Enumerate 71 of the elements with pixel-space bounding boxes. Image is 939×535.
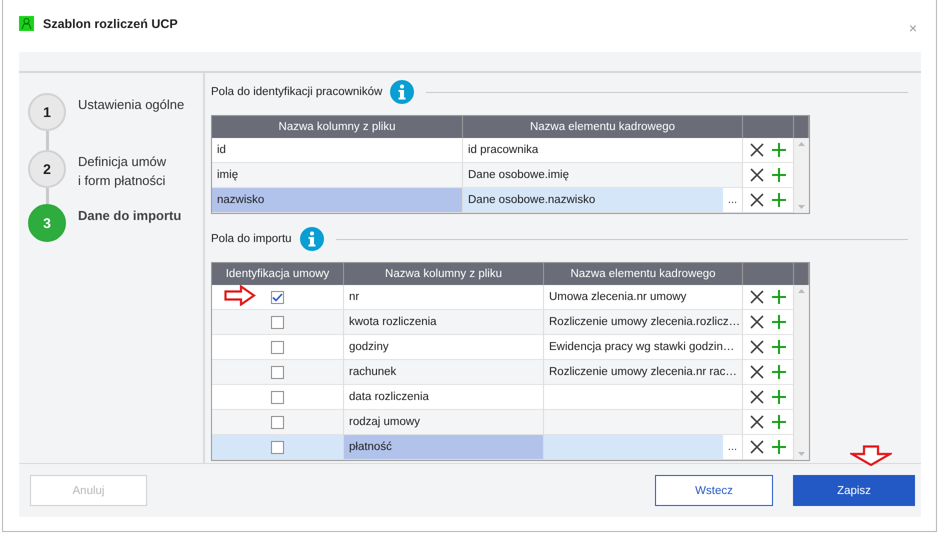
app-icon [19,16,34,31]
checkbox[interactable] [271,340,284,354]
step-label[interactable]: Dane do importu [78,204,182,242]
arrow-icon [850,445,892,466]
add-icon[interactable] [772,168,786,182]
add-icon[interactable] [772,340,786,354]
add-icon[interactable] [772,415,786,429]
table-cell: Umowa zlecenia.nr umowy [544,285,743,310]
add-icon[interactable] [772,193,786,207]
table-cell-text: Dane osobowe.nazwisko [468,194,596,206]
scroll-down-icon [798,205,805,209]
table-cell[interactable]: rachunek [344,360,544,385]
table-cell[interactable]: nr [344,285,544,310]
remove-icon[interactable] [750,440,764,454]
browse-button[interactable]: ... [723,435,742,459]
remove-icon[interactable] [750,315,764,329]
remove-icon[interactable] [750,143,764,157]
table-cell[interactable]: nazwisko [212,188,463,213]
table-cell[interactable]: imię [212,163,463,188]
scroll-down-icon [798,452,805,456]
table-cell[interactable]: id [212,138,463,163]
table-cell[interactable]: płatność [344,435,544,460]
checkbox[interactable] [271,366,284,378]
remove-icon[interactable] [750,390,764,404]
remove-icon[interactable] [750,415,764,429]
checkbox[interactable] [271,390,284,404]
step-number[interactable]: 2 [28,150,66,188]
column-header: Identyfikacja umowy [212,263,344,285]
step-label[interactable]: Definicja umów i form płatności [78,150,166,204]
column-header: Nazwa elementu kadrowego [544,263,743,285]
table-cell[interactable]: rodzaj umowy [344,410,544,435]
table-cell: Rozliczenie umowy zlecenia.nr rac… [544,360,743,385]
scrollbar[interactable] [794,138,809,213]
table-cell: id pracownika [463,138,743,163]
window-title: Szablon rozliczeń UCP [43,16,178,30]
step-label[interactable]: Ustawienia ogólne [78,93,184,150]
browse-button[interactable]: ... [723,188,742,212]
checkbox[interactable] [271,416,284,428]
section-title: Pola do importu [211,233,292,245]
scroll-up-icon [798,142,805,146]
table-cell: Ewidencja pracy wg stawki godzin… [544,335,743,360]
remove-icon[interactable] [750,193,764,207]
step-number[interactable]: 1 [28,93,66,131]
remove-icon[interactable] [750,365,764,379]
scrollbar[interactable] [794,285,809,460]
save-button[interactable]: Zapisz [793,475,915,506]
add-icon[interactable] [772,440,786,454]
add-icon[interactable] [772,390,786,404]
table-cell[interactable]: kwota rozliczenia [344,310,544,335]
table-cell[interactable]: godziny [344,335,544,360]
checkbox[interactable] [271,290,284,304]
info-icon [390,80,414,104]
remove-icon[interactable] [750,168,764,182]
table-cell: Dane osobowe.imię [463,163,743,188]
scroll-up-icon [798,289,805,293]
add-icon[interactable] [772,143,786,157]
add-icon[interactable] [772,365,786,379]
checkbox[interactable] [271,440,284,454]
add-icon[interactable] [772,290,786,304]
back-button[interactable]: Wstecz [655,475,773,506]
add-icon[interactable] [772,315,786,329]
remove-icon[interactable] [750,340,764,354]
remove-icon[interactable] [750,290,764,304]
section-title: Pola do identyfikacji pracowników [211,86,382,98]
info-icon [300,227,324,251]
column-header: Nazwa elementu kadrowego [463,116,743,138]
checkbox[interactable] [271,316,284,328]
table-cell[interactable]: data rozliczenia [344,385,544,410]
table-cell: Rozliczenie umowy zlecenia.rozlicz… [544,310,743,335]
column-header: Nazwa kolumny z pliku [344,263,544,285]
column-header: Nazwa kolumny z pliku [212,116,463,138]
